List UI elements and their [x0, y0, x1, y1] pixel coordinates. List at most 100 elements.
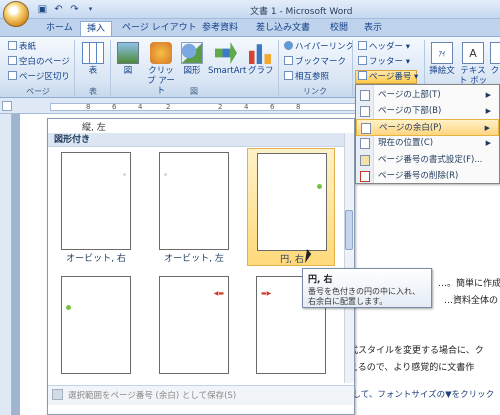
page-margins-icon: [361, 123, 371, 134]
ruler-tick: 2: [166, 103, 171, 111]
page-number-mark: ◀▬: [213, 290, 224, 297]
gallery-tile-orbit-left[interactable]: オービット, 左: [150, 148, 238, 266]
tab-view[interactable]: 表示: [358, 21, 388, 36]
document-text-line: …。簡単に作成す: [438, 279, 500, 289]
tab-insert[interactable]: 挿入: [80, 21, 113, 36]
footer-button[interactable]: フッター ▾: [358, 56, 410, 68]
page-thumbnail: [61, 276, 131, 374]
page-thumbnail: [61, 152, 131, 250]
group-separator: [110, 40, 111, 96]
gallery-tile-label: オービット, 左: [164, 254, 224, 264]
text-box-icon: A: [462, 42, 484, 64]
page-thumbnail: [159, 152, 229, 250]
current-position-icon: [360, 138, 370, 149]
gallery-tile-circle-right[interactable]: 円, 右: [247, 148, 335, 266]
page-number-mark: [317, 184, 322, 189]
page-number-mark: [66, 305, 71, 310]
picture-button[interactable]: 図: [116, 42, 140, 76]
group-separator: [278, 40, 279, 96]
bookmark-icon: [284, 56, 293, 65]
chart-icon: [249, 44, 271, 64]
vertical-ruler: [0, 114, 12, 415]
page-thumbnail: ◀▬: [159, 276, 229, 374]
smartart-button[interactable]: SmartArt: [208, 42, 246, 76]
bottom-of-page-icon: [360, 106, 370, 117]
ruler-tick: 6: [112, 103, 117, 111]
ruler-tick: 8: [86, 103, 91, 111]
menu-item-page-margins[interactable]: ページの余白(P) ▶: [356, 119, 499, 136]
menu-item-top-of-page[interactable]: ページの上部(T) ▶: [356, 87, 499, 104]
blank-page-button[interactable]: 空白のページ: [8, 56, 70, 68]
tab-mailings[interactable]: 差し込み文書: [250, 21, 316, 36]
page-number-mark: [123, 173, 126, 176]
header-button[interactable]: ヘッダー ▾: [358, 41, 410, 53]
page-number-mark: ▬▶: [261, 290, 272, 297]
gallery-scrollbar[interactable]: [344, 133, 354, 383]
submenu-arrow-icon: ▶: [485, 91, 491, 99]
gallery-tile[interactable]: [52, 272, 140, 384]
document-text-line: 行えるので、より感覚的に文書作: [340, 363, 475, 373]
menu-item-remove-page-numbers[interactable]: ページ番号の削除(R): [356, 168, 499, 185]
ruler-tick: 2: [218, 103, 223, 111]
document-text-line: …資料全体の: [444, 296, 499, 306]
page-number-icon: [358, 71, 367, 80]
tab-selector-icon[interactable]: [2, 101, 12, 111]
save-icon[interactable]: ▣: [36, 3, 49, 16]
ruler-tick: 4: [138, 103, 143, 111]
tab-home[interactable]: ホーム: [40, 21, 79, 36]
group-separator: [74, 40, 75, 96]
footer-icon: [358, 56, 367, 65]
cover-page-button[interactable]: 表紙: [8, 41, 36, 53]
page-break-button[interactable]: ページ区切り: [8, 71, 70, 83]
picture-icon: [117, 42, 139, 64]
insert-text-button[interactable]: ｱｲ 挿絵文: [428, 42, 456, 76]
document-text-line: 書式スタイルを変更する場合に、ク: [340, 346, 484, 356]
table-button[interactable]: 表: [80, 42, 106, 76]
quick-parts-button[interactable]: ク: [490, 42, 500, 76]
gallery-tile[interactable]: ◀▬: [150, 272, 238, 384]
group-separator: [352, 40, 353, 96]
page-number-button[interactable]: ページ番号 ▾: [355, 70, 418, 84]
gallery-item-label: 縦, 左: [82, 123, 106, 133]
bookmark-button[interactable]: ブックマーク: [284, 56, 346, 68]
cross-reference-icon: [284, 71, 293, 80]
table-icon: [82, 42, 104, 64]
group-label-links: リンク: [303, 87, 327, 96]
undo-icon[interactable]: ↶: [52, 3, 65, 16]
tab-review[interactable]: 校閲: [324, 21, 354, 36]
tab-references[interactable]: 参考資料: [196, 21, 244, 36]
group-label-pages: ページ: [26, 87, 50, 96]
remove-page-numbers-icon: [360, 171, 370, 182]
quick-parts-icon: [490, 42, 500, 64]
cover-page-icon: [8, 41, 17, 50]
gallery-scrollbar-thumb[interactable]: [345, 210, 353, 250]
document-text-line: 択して、フォントサイズの▼をクリック: [344, 390, 495, 400]
globe-icon: [284, 41, 293, 50]
office-button[interactable]: [3, 1, 29, 27]
chart-button[interactable]: グラフ: [248, 42, 274, 76]
qat-customize-icon[interactable]: ▾: [84, 3, 97, 16]
top-of-page-icon: [360, 90, 370, 101]
save-to-gallery-icon: [52, 389, 63, 400]
hyperlink-button[interactable]: ハイパーリンク: [284, 41, 354, 53]
clip-art-icon: [150, 42, 172, 64]
page-thumbnail: [257, 153, 327, 251]
gallery-tile-orbit-right[interactable]: オービット, 右: [52, 148, 140, 266]
gallery-tile-label: 円, 右: [280, 255, 304, 265]
ruler-tick: 6: [270, 103, 275, 111]
save-selection-to-gallery: 選択範囲をページ番号 (余白) として保存(S): [48, 385, 354, 405]
tooltip: 円, 右 番号を色付きの円の中に入れ、右余白に配置します。: [302, 268, 432, 308]
cross-reference-button[interactable]: 相互参照: [284, 71, 329, 83]
gallery-tile-label: オービット, 右: [66, 254, 126, 264]
menu-item-format-page-numbers[interactable]: ページ番号の書式設定(F)...: [356, 152, 499, 169]
gallery-section-header: 図形付き: [48, 133, 344, 147]
group-label-table: 表: [89, 87, 97, 96]
page-number-mark: [164, 173, 167, 176]
ruler-tick: 8: [296, 103, 301, 111]
tab-page-layout[interactable]: ページ レイアウト: [116, 21, 203, 36]
shapes-button[interactable]: 図形: [180, 42, 204, 76]
submenu-arrow-icon: ▶: [485, 139, 491, 147]
menu-item-current-position[interactable]: 現在の位置(C) ▶: [356, 135, 499, 152]
redo-icon[interactable]: ↷: [68, 3, 81, 16]
menu-item-bottom-of-page[interactable]: ページの下部(B) ▶: [356, 103, 499, 120]
